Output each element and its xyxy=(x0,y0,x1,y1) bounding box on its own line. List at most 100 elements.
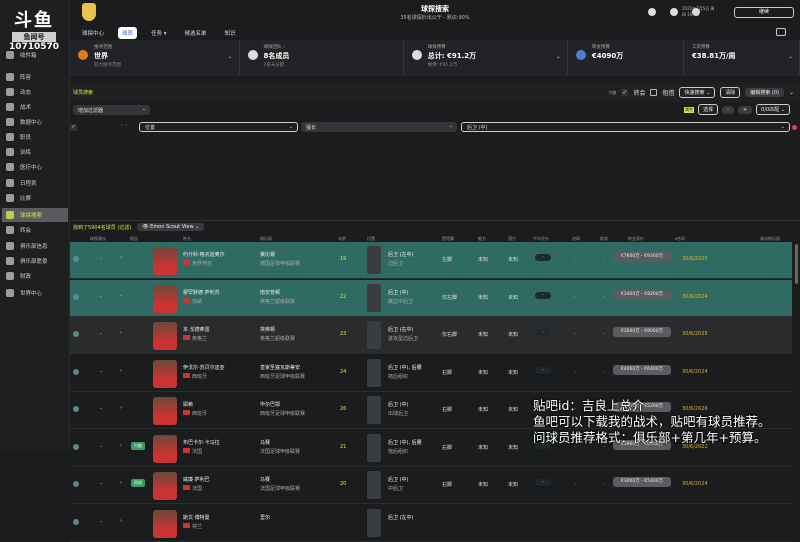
player-name[interactable]: 威廉·萨利巴 xyxy=(183,476,210,483)
tab-shortlist[interactable]: 候选名单 xyxy=(181,27,211,39)
player-club[interactable]: 埃弗顿 xyxy=(260,326,275,333)
sidebar-item[interactable]: 比赛 xyxy=(2,191,68,205)
sidebar-item[interactable]: 日程表 xyxy=(2,176,68,190)
chevron-down-icon[interactable]: ⌄ xyxy=(556,53,561,60)
sidebar-item[interactable]: 阵容 xyxy=(2,70,68,84)
rule-operator-dropdown[interactable]: 擅长 ⌄ xyxy=(301,122,457,132)
clear-button[interactable]: 清除 xyxy=(720,87,741,98)
plus-button[interactable]: + xyxy=(737,105,753,114)
add-filter-dropdown[interactable]: 增加过滤器 ⌄ xyxy=(73,105,150,115)
ability: 未知 xyxy=(478,444,489,451)
select-radio[interactable] xyxy=(73,406,79,412)
player-name[interactable]: 约什科·格瓦迪奥尔 xyxy=(183,251,225,258)
select-radio[interactable] xyxy=(73,256,79,262)
player-nation: 西班牙 xyxy=(192,411,208,417)
card-transfer-budget[interactable]: 转会预算 €4090万 xyxy=(568,40,684,76)
sidebar-item[interactable]: 训练 xyxy=(2,145,68,159)
expand-arrow-icon[interactable]: › xyxy=(120,518,122,524)
player-club[interactable]: 皇家圣塞瓦斯蒂安 xyxy=(260,364,300,371)
transfer-checkbox[interactable]: ✓ xyxy=(621,89,629,96)
screenshot-icon[interactable] xyxy=(776,28,786,36)
expand-arrow-icon[interactable]: › xyxy=(120,480,122,486)
expand-arrow-icon[interactable]: › xyxy=(120,330,122,336)
rule-enabled-checkbox[interactable]: ✓ xyxy=(70,124,77,131)
expand-arrow-icon[interactable]: › xyxy=(120,368,122,374)
match-dropdown[interactable]: 0/0匹配 ⌄ xyxy=(756,104,790,115)
table-row[interactable]: - › 伊戈尔·苏贝尔迪亚 西班牙 皇家圣塞瓦斯蒂安 西班牙足球甲级联赛 24 … xyxy=(70,355,792,392)
select-radio[interactable] xyxy=(73,368,79,375)
sidebar-item[interactable]: 财政 xyxy=(2,269,68,283)
sidebar-item[interactable]: 职员 xyxy=(2,130,68,144)
sidebar-item[interactable]: 战术 xyxy=(2,100,68,114)
sidebar-item[interactable]: 世界中心 xyxy=(2,286,68,300)
card-sub: 剩余: €91.2万 xyxy=(427,63,458,68)
sidebar-item[interactable]: 收件箱 xyxy=(2,48,68,62)
expand-arrow-icon[interactable]: › xyxy=(120,405,122,411)
edit-search-button[interactable]: 编辑搜索 (0) xyxy=(745,88,784,97)
player-name[interactable]: 布巴卡尔·卡马拉 xyxy=(183,439,220,446)
view-dropdown[interactable]: 👁 Emon Scout View ⌄ xyxy=(137,223,205,231)
scrollbar[interactable] xyxy=(795,244,798,284)
player-club[interactable]: 南安普顿 xyxy=(260,289,280,296)
game-date[interactable]: 2021年7月5日 周四 16:00 xyxy=(682,6,718,18)
table-row[interactable]: - › 租借 威廉·萨利巴 法国 马赛 法国足球甲级联赛 20 后卫 (中) 中… xyxy=(70,467,792,504)
player-club[interactable]: 里尔 xyxy=(260,514,270,521)
sidebar-item[interactable]: 俱乐部信息 xyxy=(2,239,68,253)
card-scout-team[interactable]: 球探团队 › 8名成员 2名未分配 xyxy=(240,40,404,76)
player-name[interactable]: 伊戈尔·苏贝尔迪亚 xyxy=(183,364,225,371)
player-name[interactable]: 斯文·博特曼 xyxy=(183,514,210,521)
sidebar-item[interactable]: 数据中心 xyxy=(2,115,68,129)
scout-advice: - xyxy=(100,331,102,337)
card-wage-budget[interactable]: 工资预算 €38.81万/周 ⌄ xyxy=(684,40,800,76)
minus-button[interactable]: - xyxy=(722,105,734,114)
overlay-line: 问球员推荐格式：俱乐部+第几年+预算。 xyxy=(533,430,767,445)
lightbulb-icon[interactable] xyxy=(648,8,656,16)
sidebar-item[interactable]: 转会 xyxy=(2,223,68,237)
player-league: 德国足球甲级联赛 xyxy=(260,261,301,267)
table-row[interactable]: - › 约什科·格瓦迪奥尔 克罗地亚 莱比锡 德国足球甲级联赛 19 后卫 (左… xyxy=(70,242,792,279)
remove-rule-icon[interactable] xyxy=(792,125,797,130)
expand-arrow-icon[interactable]: › xyxy=(120,443,122,449)
player-league: 西班牙足球甲级联赛 xyxy=(260,373,306,380)
chevron-down-icon[interactable]: ⌄ xyxy=(788,53,793,60)
move-rule-arrows[interactable]: ˄ ˅ xyxy=(120,124,128,131)
continue-button[interactable]: 继续 xyxy=(734,7,794,18)
select-radio[interactable] xyxy=(73,331,79,337)
tab-scout-center[interactable]: 球探中心 xyxy=(78,27,108,39)
sidebar-item[interactable]: 动态 xyxy=(2,85,68,99)
table-row[interactable]: - › 斯文·博特曼 荷兰 里尔 后卫 (左中) xyxy=(70,505,792,542)
assists: - xyxy=(603,293,605,300)
tab-knowledge[interactable]: 知识 xyxy=(221,27,240,39)
card-search-range[interactable]: 搜寻范围 世界 较大搜寻范围 ⌄ xyxy=(70,40,240,76)
sidebar-item[interactable]: 医疗中心 xyxy=(2,160,68,174)
player-club[interactable]: 莱比锡 xyxy=(260,251,275,258)
rule-field-dropdown[interactable]: 位置 ⌄ xyxy=(139,122,298,132)
tab-assignments[interactable]: 任务 ▾ xyxy=(147,27,171,39)
player-club[interactable]: 马赛 xyxy=(260,439,270,446)
expand-arrow-icon[interactable]: › xyxy=(120,293,122,299)
table-row[interactable]: - › 穆罕默德·萨利苏 加纳 南安普顿 英格兰超级联赛 22 后卫 (中) 翼… xyxy=(70,279,792,317)
loan-checkbox[interactable] xyxy=(650,89,658,96)
sidebar-item[interactable]: 俱乐部愿景 xyxy=(2,254,68,268)
player-club[interactable]: 毕尔巴鄂 xyxy=(260,401,280,408)
rule-value-dropdown[interactable]: 后卫 (中) ⌄ xyxy=(461,122,790,132)
select-radio[interactable] xyxy=(73,518,79,525)
card-scout-budget[interactable]: 球探预算 总计: €91.2万 剩余: €91.2万 ⌄ xyxy=(404,40,568,76)
help-icon[interactable] xyxy=(670,8,678,16)
tab-players[interactable]: 球员 xyxy=(118,26,138,39)
player-name[interactable]: 耶赖 xyxy=(183,401,193,408)
expand-arrow-icon[interactable]: › xyxy=(120,255,122,261)
potential: 未知 xyxy=(508,369,519,376)
select-radio[interactable] xyxy=(73,481,79,487)
table-row[interactable]: - › 本·戈德弗雷 英格兰 埃弗顿 英格兰超级联赛 23 后卫 (右中) 进攻… xyxy=(70,317,792,354)
sidebar-item[interactable]: 球探搜索 xyxy=(2,208,68,222)
chevron-down-icon[interactable]: ⌄ xyxy=(228,53,233,60)
select-radio[interactable] xyxy=(73,443,79,450)
quick-search-button[interactable]: 快速搜索 ⌄ xyxy=(679,87,716,98)
player-name[interactable]: 本·戈德弗雷 xyxy=(183,326,210,333)
select-radio[interactable] xyxy=(73,293,79,300)
player-name[interactable]: 穆罕默德·萨利苏 xyxy=(183,289,220,296)
player-club[interactable]: 马赛 xyxy=(260,476,270,483)
choose-button[interactable]: 选择 xyxy=(698,104,719,115)
chevron-down-icon[interactable]: ⌄ xyxy=(789,89,794,96)
